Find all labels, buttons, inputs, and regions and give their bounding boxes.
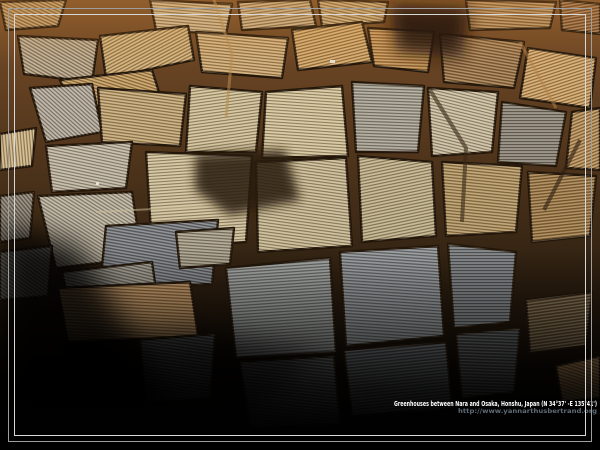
aerial-photo: Greenhouses between Nara and Osaka, Hons… xyxy=(0,0,600,450)
desktop-wallpaper: Greenhouses between Nara and Osaka, Hons… xyxy=(0,0,600,450)
bottom-vignette xyxy=(0,0,600,450)
caption-url: http://www.yannarthusbertrand.org xyxy=(458,407,597,415)
